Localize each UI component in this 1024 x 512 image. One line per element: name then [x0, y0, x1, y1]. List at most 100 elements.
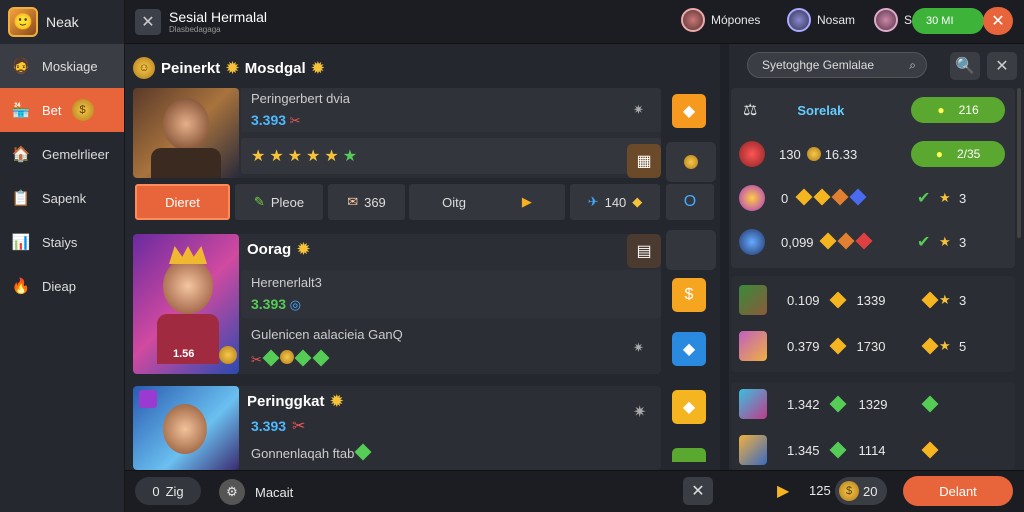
list-item[interactable]: 1.342 1329	[731, 382, 1015, 426]
list-item[interactable]: 0.109 1339 ★ 3	[731, 278, 1015, 322]
card-price: 3.393 ✂	[251, 418, 306, 435]
circle-button[interactable]: O	[666, 184, 714, 220]
list-item[interactable]: 0,099 ✔ ★ 3	[731, 220, 1015, 264]
zig-pill[interactable]: 0 Zig	[135, 477, 201, 505]
card-detail-row: Gulenicen aalacieia GanQ ✂ ✷	[241, 322, 661, 372]
item-card-3[interactable]: Peringgkat ✹ 3.393 ✂ Gonnenlaqah ftab ✷	[133, 386, 661, 470]
sidebar: 🙂 Neak 🧔 Moskiage 🏪 Bet $ 🏠 Gemelrlieer …	[0, 0, 125, 512]
star-icon: ★	[939, 190, 951, 205]
resource-icons: ✂	[251, 349, 403, 368]
right-panel: Syetoghge Gemlalae ⌕ 🔍 ✕ ⚖ Sorelak ● 216 …	[729, 44, 1024, 470]
gem-icon	[354, 443, 372, 461]
player-1[interactable]: Mópones	[681, 8, 760, 32]
sidebar-item-dieap[interactable]: 🔥 Dieap	[0, 264, 124, 308]
gem-icon	[829, 291, 847, 309]
green-action-button[interactable]: 30 MI	[912, 8, 984, 34]
rating-row: ★★★★★ ★	[241, 138, 661, 174]
list-item[interactable]: 0 ✔ ★ 3	[731, 176, 1015, 220]
empty-slot[interactable]	[666, 230, 716, 270]
coin-counter[interactable]: $20	[835, 477, 887, 505]
avatar	[681, 8, 705, 32]
tab-dieret[interactable]: Dieret	[135, 184, 230, 220]
coin-button[interactable]: $	[672, 278, 706, 312]
chest-icon[interactable]: ▦	[627, 144, 661, 178]
card-title-row: Peringerbert dvia 3.393 ✂ ✷	[241, 88, 661, 132]
scrollbar[interactable]	[1017, 88, 1021, 238]
play-icon: ▶	[521, 194, 532, 209]
avatar	[739, 389, 767, 419]
sidebar-item-gemelrlieer[interactable]: 🏠 Gemelrlieer	[0, 132, 124, 176]
sidebar-item-staiys[interactable]: 📊 Staiys	[0, 220, 124, 264]
list-icon: 📋	[11, 190, 31, 207]
green-button-partial[interactable]	[672, 448, 706, 462]
gem-star-icon: ★	[342, 148, 358, 165]
avatar	[739, 435, 767, 465]
avatar	[739, 185, 765, 211]
close-icon[interactable]: ✕	[135, 8, 161, 35]
star-icon: ★	[939, 292, 951, 307]
gem-icon	[829, 395, 847, 413]
tab-140[interactable]: ✈ 140 ◆	[570, 184, 660, 220]
coin-icon: $	[71, 99, 94, 121]
delant-button[interactable]: Delant	[903, 476, 1013, 506]
rating-stars-icon: ★★★★★	[251, 148, 343, 165]
player-2[interactable]: Nosam	[787, 8, 855, 32]
avatar	[874, 8, 898, 32]
chart-icon: 📊	[11, 234, 31, 251]
fire-icon: 🔥	[11, 278, 31, 295]
coin-icon	[684, 155, 698, 169]
search-icon[interactable]: 🔍	[950, 52, 980, 80]
diamond-gold-button[interactable]: ◆	[672, 390, 706, 424]
settings-icon: ⚙	[219, 479, 245, 505]
diamond-button[interactable]: ◆	[672, 332, 706, 366]
score-pill[interactable]: ● 216	[911, 97, 1005, 123]
card-info-row: Herenerlalt3 3.393 ◎	[241, 270, 661, 318]
check-icon: ✔	[917, 190, 931, 207]
sidebar-item-sapenk[interactable]: 📋 Sapenk	[0, 176, 124, 220]
score-pill[interactable]: ● 2/35	[911, 141, 1005, 167]
close-icon[interactable]: ✕	[987, 52, 1017, 80]
star-icon: ✹	[226, 60, 239, 77]
star-icon: ✷	[633, 404, 647, 421]
item-card-2[interactable]: 1.56 Oorag ✹ Herenerlalt3 3.393 ◎ Gulenic…	[133, 234, 661, 374]
sidebar-item-moskiage[interactable]: 🧔 Moskiage	[0, 44, 124, 88]
shop-icon: 🏪	[11, 102, 31, 119]
chart-icon[interactable]: ▤	[627, 234, 661, 268]
hero-thumbnail	[133, 386, 239, 470]
coin-icon	[806, 147, 821, 161]
hero-thumbnail	[133, 88, 239, 178]
close-button[interactable]: ✕	[983, 7, 1013, 35]
plane-icon: ✈	[587, 194, 599, 209]
star-icon: ✹	[297, 241, 310, 258]
tab-oitg[interactable]: Oitg ▶	[409, 184, 565, 220]
user-avatar[interactable]: 🙂	[8, 7, 38, 37]
panel-heading: ☺ Peinerkt ✹ Mosdgal ✹	[133, 50, 720, 86]
list-item[interactable]: ⚖ Sorelak ● 216	[731, 88, 1015, 132]
macait-label[interactable]: ⚙ Macait	[219, 479, 293, 505]
upgrade-button[interactable]: ◆	[672, 94, 706, 128]
tab-pleoe[interactable]: ✎ Pleoe	[235, 184, 323, 220]
leaderboard-box-2: 0.109 1339 ★ 3 0.379 1730 ★ 5	[731, 276, 1015, 372]
list-item[interactable]: 1.345 1114	[731, 428, 1015, 472]
circle-icon: 0	[152, 483, 160, 499]
resource-icons	[814, 232, 873, 250]
tab-369[interactable]: ✉ 369	[328, 184, 405, 220]
user-header: 🙂 Neak	[0, 0, 124, 44]
search-input[interactable]: Syetoghge Gemlalae ⌕	[747, 52, 927, 78]
list-item[interactable]: 130 16.33 ● 2/35	[731, 132, 1015, 176]
card-detail: Gonnenlaqah ftab	[251, 443, 372, 461]
gem-icon	[829, 441, 847, 459]
leaderboard-box-3: 1.342 1329 1.345 1114	[731, 382, 1015, 470]
coin-slot[interactable]	[666, 142, 716, 182]
ticket-icon: ✂	[292, 418, 306, 435]
player-3[interactable]: S	[874, 8, 912, 32]
list-item[interactable]: 0.379 1730 ★ 5	[731, 324, 1015, 368]
close-icon[interactable]: ✕	[683, 477, 713, 505]
item-card-1[interactable]: Peringerbert dvia 3.393 ✂ ✷ ★★★★★ ★	[133, 88, 661, 178]
window-title: Sesial Hermalal Dlasbedagaga	[169, 8, 268, 34]
coin-icon: $	[839, 481, 859, 501]
search-icon: ⌕	[909, 57, 916, 72]
avatar-icon: 🧔	[11, 58, 31, 75]
sidebar-item-bet[interactable]: 🏪 Bet $	[0, 88, 124, 132]
coin-icon	[219, 346, 237, 364]
